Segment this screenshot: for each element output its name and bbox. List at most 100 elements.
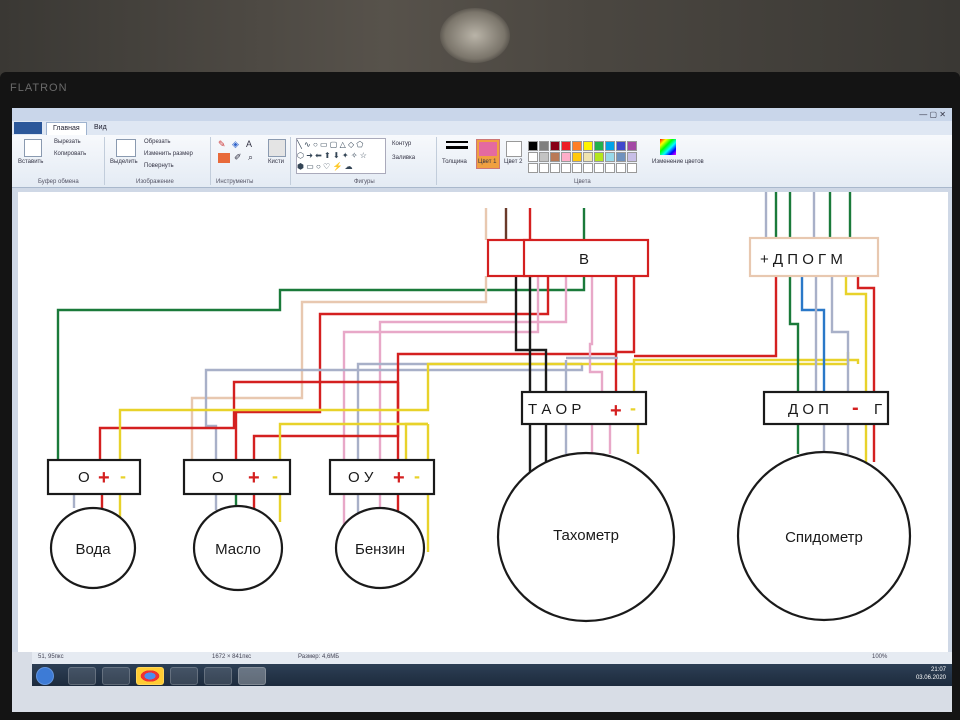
palette-swatch[interactable] — [616, 152, 626, 162]
thickness-icon[interactable] — [446, 146, 468, 149]
palette-swatch[interactable] — [528, 152, 538, 162]
color2-button[interactable] — [506, 141, 522, 157]
palette-swatch[interactable] — [616, 141, 626, 151]
fill-button[interactable]: Заливка — [392, 155, 415, 161]
palette-swatch[interactable] — [561, 141, 571, 151]
tacho-plus: + — [610, 400, 622, 422]
palette-swatch[interactable] — [539, 141, 549, 151]
app-icon[interactable] — [170, 667, 198, 685]
crop-button[interactable]: Обрезать — [144, 139, 170, 145]
palette-swatch[interactable] — [572, 163, 582, 173]
palette-swatch[interactable] — [605, 163, 615, 173]
palette-swatch[interactable] — [627, 152, 637, 162]
title-bar: — ▢ ✕ — [12, 108, 952, 121]
palette-swatch[interactable] — [627, 163, 637, 173]
tacho-minus: - — [630, 398, 636, 418]
brushes-button[interactable]: Кисти — [268, 159, 284, 165]
palette-swatch[interactable] — [594, 141, 604, 151]
palette-swatch[interactable] — [583, 163, 593, 173]
pencil-icon[interactable]: ✎ — [218, 139, 226, 150]
select-icon[interactable] — [116, 139, 136, 157]
palette-swatch[interactable] — [572, 152, 582, 162]
media-player-icon[interactable] — [68, 667, 96, 685]
monitor-brand: FLATRON — [10, 82, 68, 94]
group-shapes: Фигуры — [354, 179, 375, 185]
color1-label: Цвет 1 — [478, 159, 497, 165]
resize-button[interactable]: Изменить размер — [144, 151, 193, 157]
palette-swatch[interactable] — [550, 152, 560, 162]
divider — [436, 137, 437, 185]
wiring-diagram: В + Д П О Г М Т А О Р Д О П Г О О О У + … — [46, 192, 912, 623]
cut-button[interactable]: Вырезать — [54, 139, 81, 145]
magnifier-icon[interactable]: ⌕ — [248, 152, 253, 163]
select-button[interactable]: Выделить — [110, 159, 138, 165]
wire — [252, 382, 400, 460]
palette-swatch[interactable] — [550, 163, 560, 173]
block-water — [46, 458, 142, 496]
eraser-icon[interactable] — [218, 153, 230, 163]
taskbar: 21:07 03.06.2020 — [32, 664, 952, 686]
copy-button[interactable]: Копировать — [54, 151, 86, 157]
shapes-gallery[interactable]: ╲ ∿ ○ ▭ ▢ △ ◇ ⬠ ⬡ ➜ ⬅ ⬆ ⬇ ✦ ✧ ☆ ⬢ ▭ ○ ♡ ⚡ … — [296, 138, 386, 174]
outline-button[interactable]: Контур — [392, 141, 411, 147]
water-minus: - — [120, 466, 126, 486]
palette-swatch[interactable] — [605, 152, 615, 162]
wire — [396, 276, 618, 460]
divider — [290, 137, 291, 185]
fill-icon[interactable]: ◈ — [232, 139, 239, 150]
palette-swatch[interactable] — [605, 141, 615, 151]
speedo-g-terminal: Г — [874, 401, 882, 418]
text-icon[interactable]: A — [246, 139, 252, 149]
edit-colors-icon[interactable] — [660, 139, 676, 155]
oil-minus: - — [272, 466, 278, 486]
palette-swatch[interactable] — [528, 141, 538, 151]
gauge-speedo-label: Спидометр — [785, 529, 863, 546]
thickness-icon[interactable] — [446, 141, 468, 143]
paint-task-icon[interactable] — [238, 667, 266, 685]
tab-view[interactable]: Вид — [88, 122, 113, 134]
window-controls[interactable]: — ▢ ✕ — [919, 110, 946, 119]
drawing-canvas[interactable]: В + Д П О Г М Т А О Р Д О П Г О О О У + … — [18, 192, 948, 652]
wire — [614, 276, 636, 392]
palette-swatch[interactable] — [594, 163, 604, 173]
palette-swatch[interactable] — [583, 141, 593, 151]
palette-swatch[interactable] — [561, 163, 571, 173]
palette-swatch[interactable] — [572, 141, 582, 151]
palette-swatch[interactable] — [583, 152, 593, 162]
palette-swatch[interactable] — [539, 152, 549, 162]
edit-colors-button[interactable]: Изменение цветов — [652, 159, 704, 165]
group-image: Изображение — [136, 179, 174, 185]
zoom-level[interactable]: 100% — [872, 654, 887, 660]
file-menu-button[interactable] — [14, 122, 42, 134]
palette-swatch[interactable] — [616, 163, 626, 173]
wire — [800, 276, 826, 392]
app-icon[interactable] — [204, 667, 232, 685]
divider — [210, 137, 211, 185]
chrome-icon[interactable] — [136, 667, 164, 685]
palette-swatch[interactable] — [539, 163, 549, 173]
brushes-icon[interactable] — [268, 139, 286, 157]
palette-swatch[interactable] — [528, 163, 538, 173]
system-clock: 21:07 03.06.2020 — [916, 666, 946, 682]
top-right-label: + Д П О Г М — [760, 251, 843, 268]
palette-swatch[interactable] — [561, 152, 571, 162]
start-button[interactable] — [36, 667, 54, 685]
water-plus: + — [98, 467, 110, 489]
picker-icon[interactable]: ✐ — [234, 152, 242, 163]
tab-home[interactable]: Главная — [46, 122, 87, 135]
image-dimensions: 1672 × 841пкс — [212, 654, 252, 660]
status-bar: 51, 95пкс 1672 × 841пкс Размер: 4,6МБ 10… — [32, 652, 952, 664]
explorer-icon[interactable] — [102, 667, 130, 685]
palette-swatch[interactable] — [594, 152, 604, 162]
paste-button[interactable]: Вставить — [18, 159, 43, 165]
clipboard-icon[interactable] — [24, 139, 42, 157]
fuel-plus: + — [393, 467, 405, 489]
color1-swatch — [479, 142, 497, 156]
group-tools: Инструменты — [216, 179, 254, 185]
palette-swatch[interactable] — [627, 141, 637, 151]
gauge-oil-label: Масло — [215, 541, 261, 558]
rotate-button[interactable]: Повернуть — [144, 163, 174, 169]
gauge-tacho-label: Тахометр — [553, 527, 619, 544]
thickness-button[interactable]: Толщина — [442, 159, 467, 165]
palette-swatch[interactable] — [550, 141, 560, 151]
